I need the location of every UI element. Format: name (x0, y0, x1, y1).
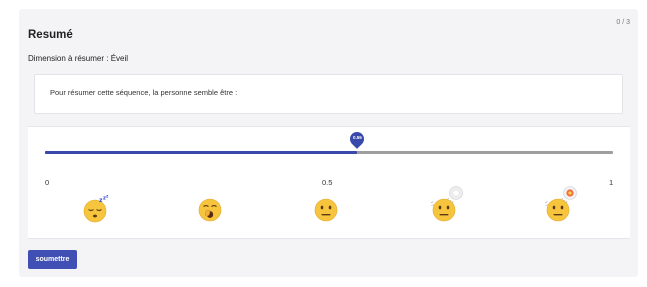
slider-value-label: 0.55 (353, 135, 362, 140)
yawning-face-icon (198, 198, 222, 222)
svg-text:z: z (106, 195, 109, 199)
progress-counter: 0 / 3 (616, 19, 630, 26)
sleeping-face-icon: z z z (83, 195, 109, 223)
summary-card: 0 / 3 Resumé Dimension à résumer : Éveil… (19, 9, 638, 277)
neutral-face-explosion-icon (544, 186, 577, 222)
neutral-face-icon (314, 198, 338, 222)
slider-area: 0.55 0 0.5 1 z z z (28, 126, 630, 239)
submit-button[interactable]: soumettre (28, 250, 77, 269)
dimension-label: Dimension à résumer : Éveil (28, 54, 129, 63)
prompt-text: Pour résumer cette séquence, la personne… (50, 88, 238, 97)
page-title: Resumé (28, 29, 73, 41)
neutral-face-burst-icon (430, 186, 463, 222)
tick-label-min: 0 (45, 178, 50, 187)
tick-label-max: 1 (609, 178, 614, 187)
prompt-box: Pour résumer cette séquence, la personne… (34, 74, 623, 114)
slider-fill (45, 151, 358, 154)
slider-track[interactable]: 0.55 (45, 129, 613, 154)
tick-label-mid: 0.5 (322, 178, 333, 187)
